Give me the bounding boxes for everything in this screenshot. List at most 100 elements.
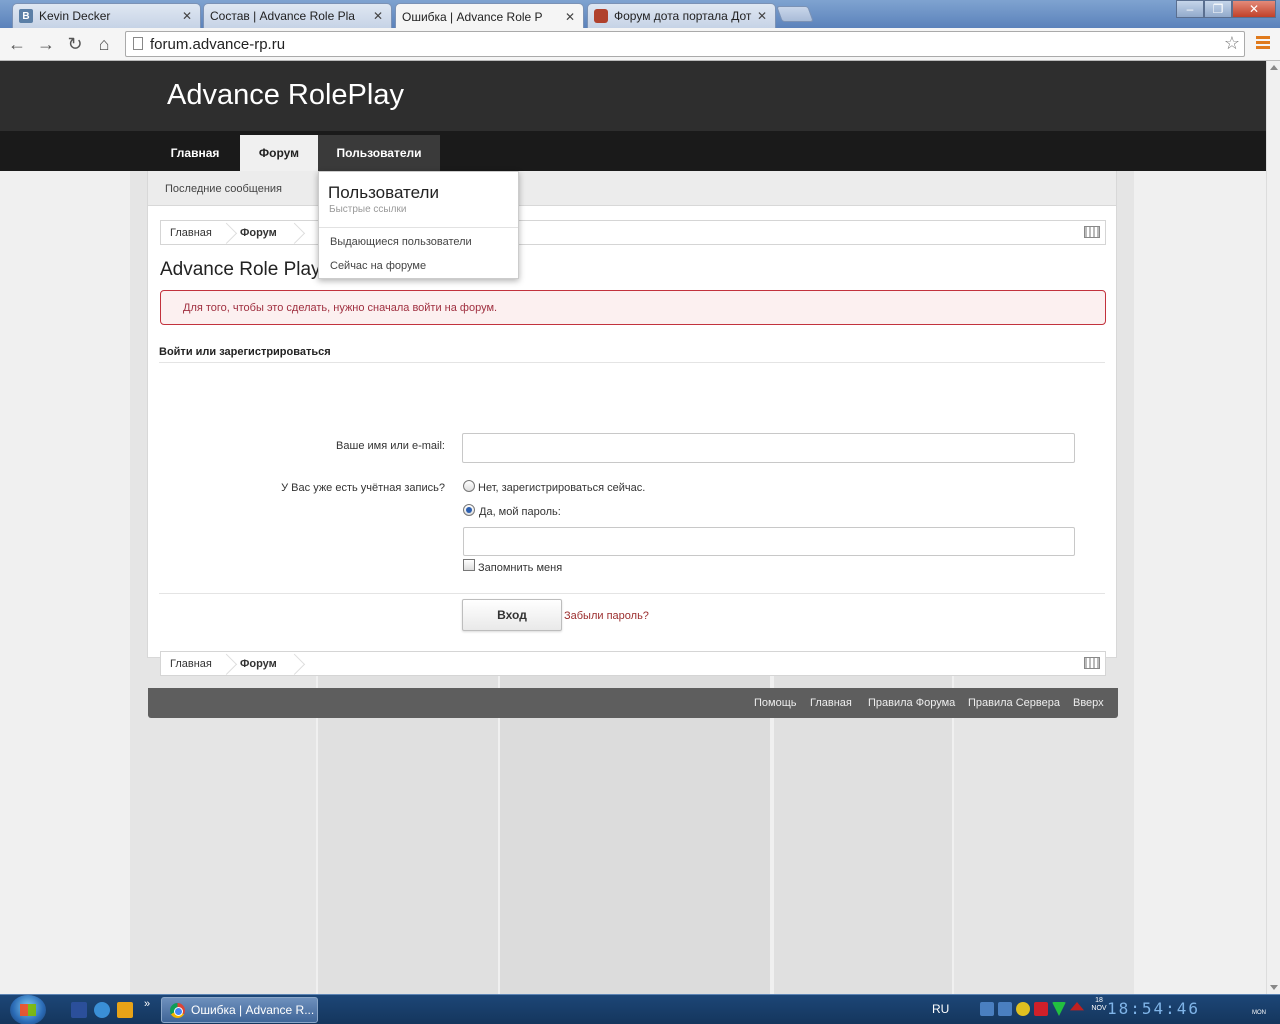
account-label: У Вас уже есть учётная запись? — [281, 482, 445, 494]
show-desktop-icon[interactable] — [71, 1002, 87, 1018]
date-month: NOV — [1091, 1005, 1107, 1012]
page-icon — [133, 37, 143, 50]
tray-app-icon[interactable] — [1052, 1002, 1066, 1016]
footer-server-rules-link[interactable]: Правила Сервера — [968, 697, 1060, 709]
password-input[interactable] — [463, 527, 1075, 556]
start-button[interactable] — [10, 995, 46, 1024]
close-icon[interactable]: ✕ — [563, 10, 577, 24]
recent-posts-link[interactable]: Последние сообщения — [165, 183, 282, 195]
back-arrow-icon[interactable]: ← — [7, 34, 27, 54]
browser-titlebar: B Kevin Decker ✕ Состав | Advance Role P… — [0, 0, 1280, 78]
close-icon[interactable]: ✕ — [180, 9, 194, 23]
minimize-button[interactable]: ‒ — [1176, 0, 1204, 18]
network-icon[interactable] — [980, 1002, 994, 1016]
page-viewport: Advance RolePlay Главная Форум Пользоват… — [0, 61, 1266, 994]
tab-title: Форум дота портала Дот — [614, 9, 752, 23]
address-bar[interactable]: forum.advance-rp.ru ☆ — [125, 31, 1245, 57]
password-option-text[interactable]: Да, мой пароль: — [479, 506, 561, 518]
site-logo[interactable]: Advance RolePlay — [167, 79, 404, 112]
media-player-icon[interactable] — [117, 1002, 133, 1018]
login-name-input[interactable] — [462, 433, 1075, 463]
breadcrumb-top: Главная Форум — [160, 220, 1106, 245]
footer-home-link[interactable]: Главная — [810, 697, 852, 709]
footer-help-link[interactable]: Помощь — [754, 697, 797, 709]
tab-title: Kevin Decker — [39, 9, 111, 23]
scroll-up-arrow-icon[interactable] — [1270, 65, 1278, 70]
url-text: forum.advance-rp.ru — [150, 36, 286, 53]
page-title: Advance Role Play — [160, 259, 321, 280]
reload-icon[interactable]: ↻ — [65, 34, 85, 54]
breadcrumb-forum[interactable]: Форум — [240, 227, 277, 239]
quick-launch-more[interactable]: » — [144, 998, 150, 1010]
site-footer: Помощь Главная Правила Форума Правила Се… — [148, 688, 1118, 718]
clock[interactable]: 18:54:46 — [1107, 999, 1267, 1019]
chrome-icon — [170, 1003, 185, 1018]
browser-tab-2[interactable]: Состав | Advance Role Pla ✕ — [203, 3, 392, 78]
nav-tab-home[interactable]: Главная — [152, 135, 238, 171]
bookmark-star-icon[interactable]: ☆ — [1224, 33, 1240, 54]
site-header: Advance RolePlay — [0, 61, 1266, 131]
login-button[interactable]: Вход — [462, 599, 562, 631]
remember-checkbox[interactable] — [463, 559, 475, 571]
nav-tab-members[interactable]: Пользователи — [318, 135, 440, 171]
footer-top-link[interactable]: Вверх — [1073, 697, 1104, 709]
taskbar-chrome-window[interactable]: Ошибка | Advance R... — [161, 997, 318, 1023]
close-icon[interactable]: ✕ — [755, 9, 769, 23]
chrome-menu-icon[interactable] — [1256, 36, 1270, 52]
scroll-down-arrow-icon[interactable] — [1270, 985, 1278, 990]
tray-app-icon[interactable] — [1070, 1002, 1084, 1011]
online-now-link[interactable]: Сейчас на форуме — [330, 260, 426, 272]
close-icon[interactable]: ✕ — [371, 9, 385, 23]
jump-menu-icon[interactable] — [1084, 226, 1100, 238]
window-controls: ‒ ❐ ✕ — [1176, 0, 1276, 18]
jump-menu-icon[interactable] — [1084, 657, 1100, 669]
dropdown-subtitle: Быстрые ссылки — [329, 204, 407, 215]
maximize-button[interactable]: ❐ — [1204, 0, 1232, 18]
tab-title: Состав | Advance Role Pla — [210, 9, 355, 23]
sub-navigation: Последние сообщения — [148, 171, 1116, 206]
browser-tab-3-active[interactable]: Ошибка | Advance Role P ✕ — [395, 3, 584, 78]
page-scrollbar[interactable] — [1266, 61, 1280, 994]
browser-tab-1[interactable]: B Kevin Decker ✕ — [12, 3, 201, 28]
internet-explorer-icon[interactable] — [94, 1002, 110, 1018]
date-day: 18 — [1095, 997, 1103, 1004]
breadcrumb-home[interactable]: Главная — [170, 658, 212, 670]
breadcrumb-forum[interactable]: Форум — [240, 658, 277, 670]
network-icon[interactable] — [998, 1002, 1012, 1016]
error-text: Для того, чтобы это сделать, нужно снача… — [183, 302, 498, 314]
dropdown-divider — [319, 227, 518, 228]
breadcrumb-separator — [219, 652, 231, 675]
windows-taskbar: » Ошибка | Advance R... RU 18 NOV 18:54:… — [0, 994, 1280, 1024]
footer-forum-rules-link[interactable]: Правила Форума — [868, 697, 955, 709]
vk-icon: B — [19, 9, 33, 23]
breadcrumb-home[interactable]: Главная — [170, 227, 212, 239]
notable-members-link[interactable]: Выдающиеся пользователи — [330, 236, 472, 248]
register-radio[interactable] — [463, 480, 475, 492]
tray-app-icon[interactable] — [1016, 1002, 1030, 1016]
weekday: MON — [1252, 1010, 1266, 1016]
members-dropdown: Пользователи Быстрые ссылки Выдающиеся п… — [318, 171, 519, 279]
content-container: Последние сообщения Главная Форум Advanc… — [147, 171, 1118, 718]
browser-toolbar: ← → ↻ ⌂ forum.advance-rp.ru ☆ — [0, 28, 1280, 61]
name-label: Ваше имя или e-mail: — [336, 440, 445, 452]
new-tab-button[interactable] — [776, 6, 814, 22]
breadcrumb-separator — [219, 221, 231, 244]
breadcrumb-bottom: Главная Форум — [160, 651, 1106, 676]
forward-arrow-icon[interactable]: → — [36, 34, 56, 54]
login-heading: Войти или зарегистрироваться — [159, 346, 1105, 363]
nav-tab-forum[interactable]: Форум — [240, 135, 318, 171]
remember-label[interactable]: Запомнить меня — [478, 562, 562, 574]
date-indicator: 18 NOV — [1090, 997, 1108, 1013]
error-message: Для того, чтобы это сделать, нужно снача… — [160, 290, 1106, 325]
language-indicator[interactable]: RU — [932, 1002, 949, 1016]
ati-icon[interactable] — [1034, 1002, 1048, 1016]
close-window-button[interactable]: ✕ — [1232, 0, 1276, 18]
breadcrumb-separator — [287, 221, 299, 244]
dropdown-title: Пользователи — [328, 183, 439, 202]
forgot-password-link[interactable]: Забыли пароль? — [564, 610, 649, 622]
browser-tab-4[interactable]: Форум дота портала Дот ✕ — [587, 3, 776, 28]
home-icon[interactable]: ⌂ — [94, 34, 114, 54]
form-divider — [159, 593, 1105, 594]
register-option-text[interactable]: Нет, зарегистрироваться сейчас. — [478, 482, 645, 494]
password-radio[interactable] — [463, 504, 475, 516]
